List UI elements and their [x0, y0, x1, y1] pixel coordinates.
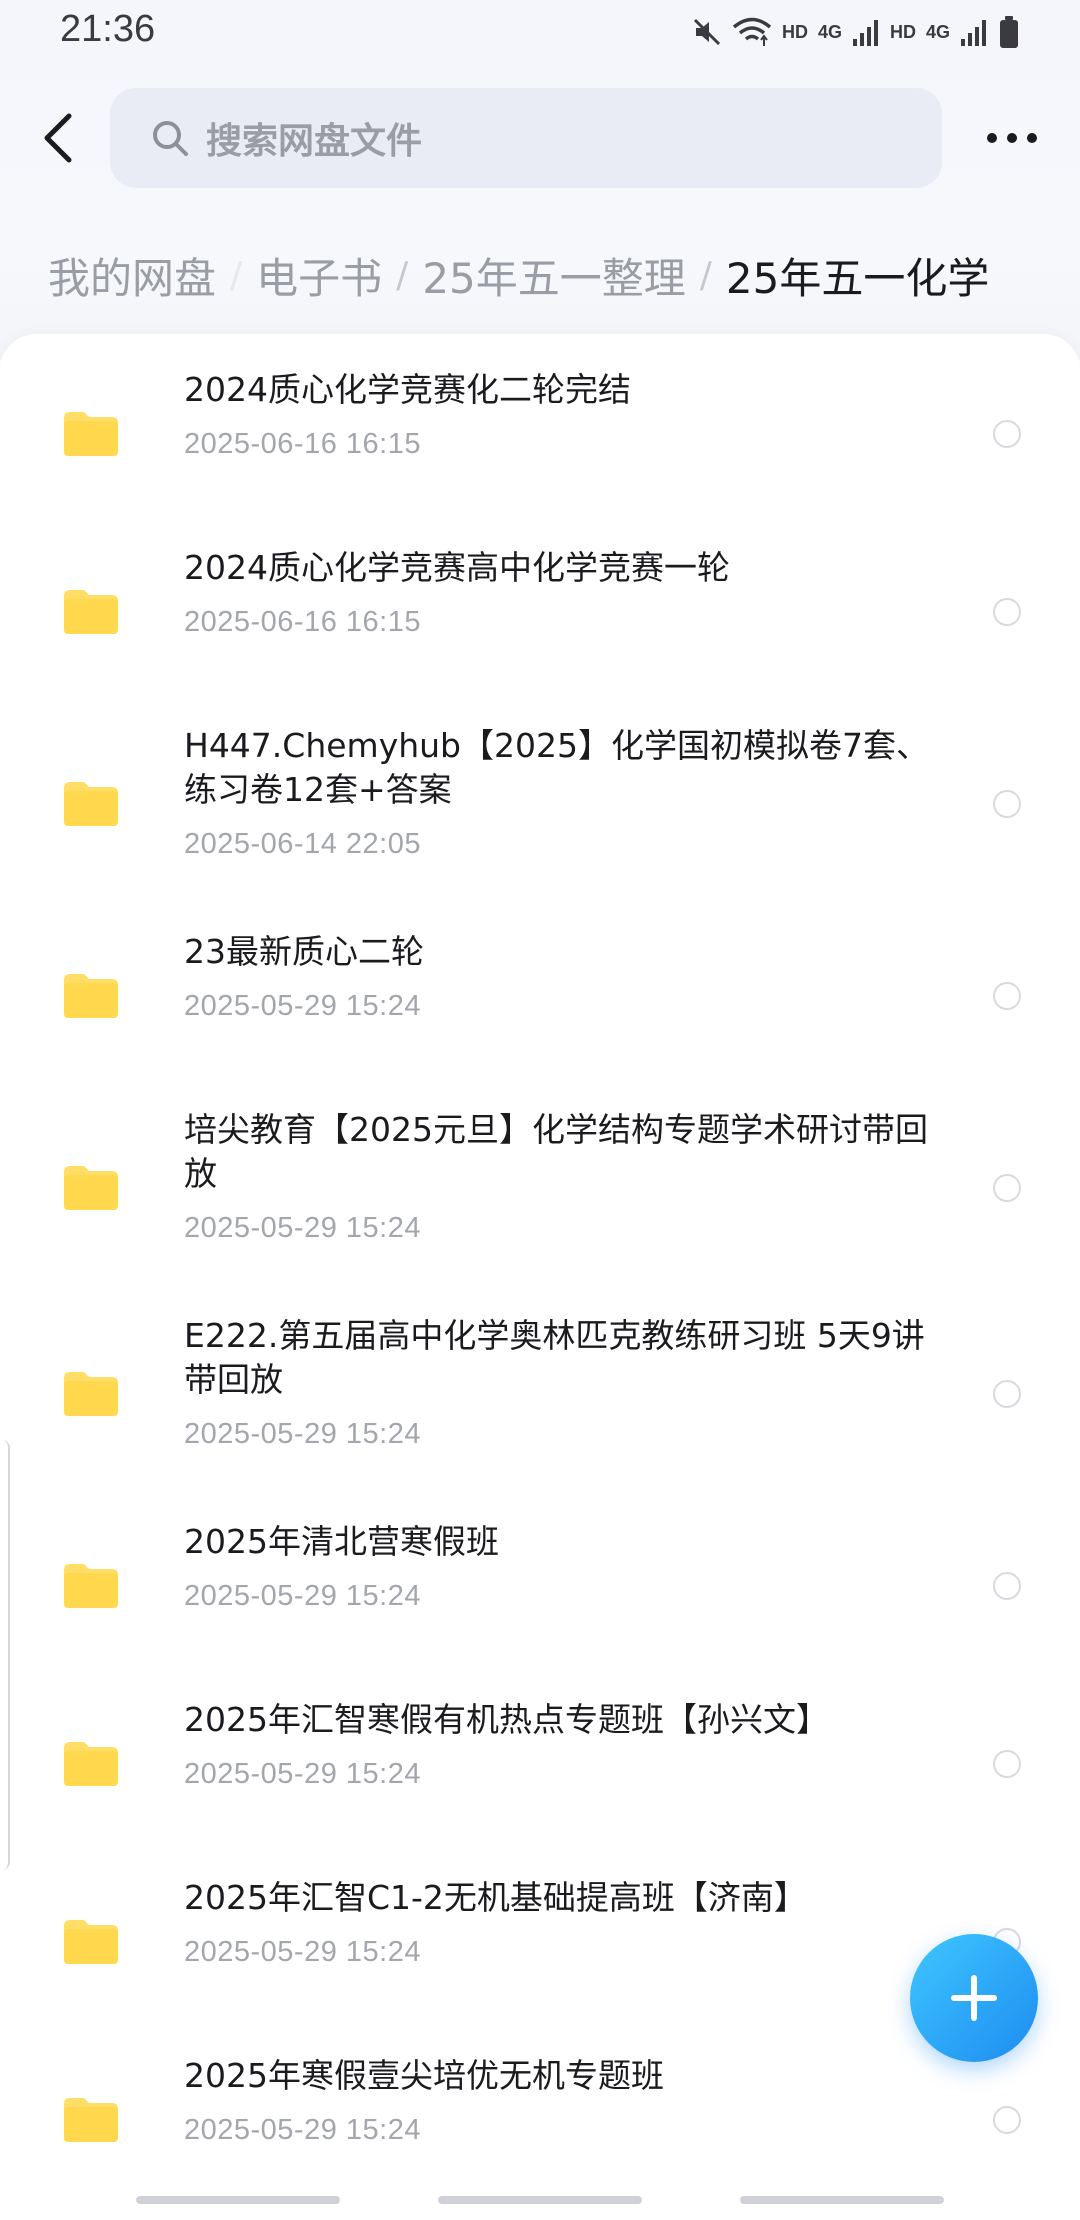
file-name: 2024质心化学竞赛高中化学竞赛一轮	[184, 548, 730, 587]
select-radio[interactable]	[993, 790, 1021, 818]
folder-icon	[64, 1920, 118, 1964]
file-list: 2024质心化学竞赛化二轮完结 2025-06-16 16:15 2024质心化学竞…	[0, 334, 1080, 2220]
signal-icon-2	[960, 17, 988, 47]
bottom-tab-indicator-1	[136, 2196, 340, 2204]
folder-icon	[64, 1564, 118, 1608]
file-row[interactable]: 2025年寒假壹尖培优无机专题班 2025-05-29 15:24	[0, 2040, 1080, 2200]
file-name: H447.Chemyhub【2025】化学国初模拟卷7套、练习卷12套+答案	[184, 726, 929, 809]
file-date: 2025-06-16 16:15	[184, 428, 421, 460]
search-icon	[153, 121, 188, 156]
network-label-2: 4G	[925, 21, 950, 42]
file-date: 2025-05-29 15:24	[184, 990, 421, 1022]
file-date: 2025-06-16 16:15	[184, 606, 421, 638]
breadcrumb-item-root[interactable]: 我的网盘	[48, 245, 216, 306]
select-radio[interactable]	[993, 1380, 1021, 1408]
bottom-tab-indicator-2	[438, 2196, 642, 2204]
file-row[interactable]: 23最新质心二轮 2025-05-29 15:24	[0, 916, 1080, 1076]
search-input[interactable]: 搜索网盘文件	[110, 88, 942, 188]
add-button[interactable]	[910, 1934, 1038, 2062]
breadcrumb-item-ebooks[interactable]: 电子书	[256, 245, 382, 306]
plus-icon	[951, 1975, 997, 2021]
breadcrumb-separator: /	[699, 254, 712, 296]
folder-icon	[64, 590, 118, 634]
file-date: 2025-05-29 15:24	[184, 1212, 421, 1244]
select-radio[interactable]	[993, 1572, 1021, 1600]
file-row[interactable]: 2025年汇智寒假有机热点专题班【孙兴文】 2025-05-29 15:24	[0, 1684, 1080, 1844]
breadcrumb-separator: /	[230, 254, 243, 296]
file-date: 2025-05-29 15:24	[184, 2114, 421, 2146]
file-row[interactable]: 2024质心化学竞赛化二轮完结 2025-06-16 16:15	[0, 354, 1080, 514]
more-options-button[interactable]	[984, 118, 1040, 158]
hd-label-2: HD	[889, 21, 916, 42]
file-name: E222.第五届高中化学奥林匹克教练研习班 5天9讲带回放	[184, 1316, 925, 1399]
select-radio[interactable]	[993, 982, 1021, 1010]
file-name: 2025年寒假壹尖培优无机专题班	[184, 2056, 664, 2095]
select-radio[interactable]	[993, 1174, 1021, 1202]
bottom-tab-indicator-3	[740, 2196, 944, 2204]
breadcrumb: 我的网盘 / 电子书 / 25年五一整理 / 25年五一化学	[48, 240, 1048, 310]
status-time: 21:36	[60, 8, 156, 50]
select-radio[interactable]	[993, 420, 1021, 448]
file-row[interactable]: 2024质心化学竞赛高中化学竞赛一轮 2025-06-16 16:15	[0, 532, 1080, 692]
file-row[interactable]: 2025年清北营寒假班 2025-05-29 15:24	[0, 1506, 1080, 1666]
select-radio[interactable]	[993, 2106, 1021, 2134]
breadcrumb-item-parent[interactable]: 25年五一整理	[422, 245, 685, 306]
file-name: 2025年汇智C1-2无机基础提高班【济南】	[184, 1878, 807, 1917]
folder-icon	[64, 1372, 118, 1416]
file-name: 2025年清北营寒假班	[184, 1522, 499, 1561]
file-row[interactable]: 培尖教育【2025元旦】化学结构专题学术研讨带回放 2025-05-29 15:2…	[0, 1094, 1080, 1278]
file-date: 2025-05-29 15:24	[184, 1580, 421, 1612]
file-row[interactable]: E222.第五届高中化学奥林匹克教练研习班 5天9讲带回放 2025-05-29 …	[0, 1300, 1080, 1484]
hd-label-1: HD	[781, 21, 808, 42]
folder-icon	[64, 412, 118, 456]
file-name: 培尖教育【2025元旦】化学结构专题学术研讨带回放	[184, 1110, 928, 1193]
folder-icon	[64, 1742, 118, 1786]
status-bar: 21:36 HD 4G HD 4G	[0, 0, 1080, 64]
more-horizontal-icon	[987, 133, 1037, 143]
search-placeholder: 搜索网盘文件	[206, 121, 423, 162]
file-date: 2025-05-29 15:24	[184, 1936, 421, 1968]
folder-icon	[64, 1166, 118, 1210]
breadcrumb-item-current: 25年五一化学	[725, 253, 990, 303]
folder-icon	[64, 2098, 118, 2142]
signal-icon-1	[852, 17, 880, 47]
file-date: 2025-05-29 15:24	[184, 1758, 421, 1790]
battery-icon	[998, 15, 1020, 49]
file-name: 2025年汇智寒假有机热点专题班【孙兴文】	[184, 1700, 829, 1739]
mute-icon	[692, 17, 722, 47]
breadcrumb-separator: /	[396, 254, 409, 296]
select-radio[interactable]	[993, 598, 1021, 626]
select-radio[interactable]	[993, 1750, 1021, 1778]
back-button[interactable]	[36, 108, 80, 168]
side-edge-handle[interactable]	[0, 1440, 10, 1870]
file-name: 23最新质心二轮	[184, 932, 424, 971]
status-icons: HD 4G HD 4G	[692, 10, 1020, 54]
file-row[interactable]: H447.Chemyhub【2025】化学国初模拟卷7套、练习卷12套+答案 20…	[0, 710, 1080, 894]
folder-icon	[64, 782, 118, 826]
network-label-1: 4G	[817, 21, 842, 42]
folder-icon	[64, 974, 118, 1018]
wifi-icon	[732, 16, 772, 48]
chevron-left-icon	[44, 113, 72, 163]
file-name: 2024质心化学竞赛化二轮完结	[184, 370, 631, 409]
file-date: 2025-06-14 22:05	[184, 828, 421, 860]
file-date: 2025-05-29 15:24	[184, 1418, 421, 1450]
